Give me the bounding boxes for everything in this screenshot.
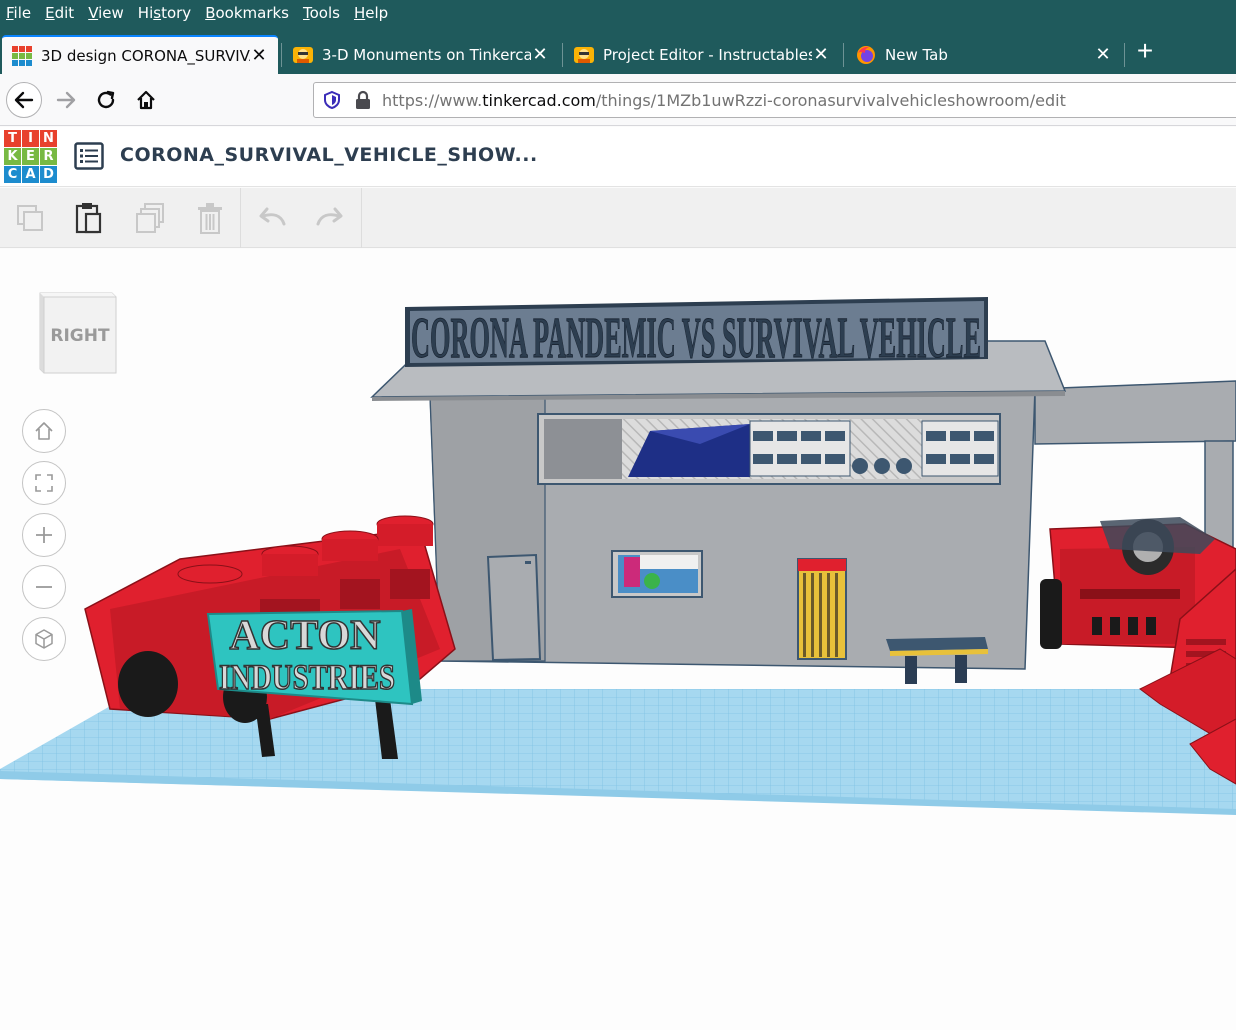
tab-label: 3D design CORONA_SURVIVAL [41,46,250,65]
back-button[interactable] [6,82,42,118]
redo-icon [316,207,343,226]
logo-letter: T [4,130,21,147]
fit-all-button[interactable] [22,461,66,505]
perspective-icon [35,629,53,649]
toolbar-divider [361,188,362,248]
perspective-toggle-button[interactable] [22,617,66,661]
zoom-out-button[interactable] [22,565,66,609]
home-view-button[interactable] [22,409,66,453]
toolbar-divider [240,188,241,248]
firefox-favicon [857,45,875,64]
address-bar[interactable]: https://www.tinkercad.com/things/1MZb1uw… [313,82,1236,118]
logo-letter: E [22,148,39,165]
view-cube-label: RIGHT [50,326,110,346]
instructables-favicon [574,46,594,63]
close-tab-icon[interactable]: ✕ [812,44,830,65]
copy-button[interactable] [10,198,50,238]
view-cube[interactable]: RIGHT [34,289,118,377]
new-tab-button[interactable]: + [1130,36,1160,66]
tinkercad-header: T I N K E R C A D CORONA_SURVIVAL_VEHICL… [0,127,1236,187]
logo-letter: C [4,166,21,183]
menu-view[interactable]: View [88,4,124,22]
tab-label: Project Editor - Instructables [603,45,812,64]
paste-button[interactable] [68,198,108,238]
tab-label: 3-D Monuments on Tinkercad - [322,45,531,64]
menu-file[interactable]: File [6,4,31,22]
tracking-protection-shield-icon[interactable] [322,90,342,110]
zoom-in-icon [36,527,52,543]
undo-icon [259,207,286,226]
sign-line-2: INDUSTRIES [219,657,395,697]
instructables-favicon [293,46,313,63]
arrow-right-icon [56,91,76,109]
3d-scene[interactable]: CORONA PANDEMIC VS SURVIVAL VEHICLE ACTO… [0,249,1236,1030]
undo-button[interactable] [252,198,292,238]
reload-icon [97,90,115,109]
delete-icon [198,203,222,234]
design-title[interactable]: CORONA_SURVIVAL_VEHICLE_SHOW... [120,144,538,166]
home-button[interactable] [128,82,164,118]
tab-strip: 3D design CORONA_SURVIVAL ✕ 3-D Monument… [0,26,1236,74]
tab-3d-monuments[interactable]: 3-D Monuments on Tinkercad - ✕ [283,35,559,74]
home-icon [137,90,155,110]
reload-button[interactable] [88,82,124,118]
tab-tinkercad-design[interactable]: 3D design CORONA_SURVIVAL ✕ [2,35,278,74]
redo-button[interactable] [310,198,350,238]
menu-help[interactable]: Help [354,4,388,22]
zoom-in-button[interactable] [22,513,66,557]
tab-project-editor[interactable]: Project Editor - Instructables ✕ [564,35,840,74]
close-tab-icon[interactable]: ✕ [1094,44,1112,65]
close-tab-icon[interactable]: ✕ [531,44,549,65]
tab-separator [562,43,563,67]
duplicate-icon [136,203,164,233]
logo-letter: N [40,130,57,147]
forward-button[interactable] [48,82,84,118]
tab-separator [281,43,282,67]
menu-edit[interactable]: Edit [45,4,74,22]
tinkercad-logo[interactable]: T I N K E R C A D [4,130,57,183]
banner-sign[interactable]: CORONA PANDEMIC VS SURVIVAL VEHICLE [405,297,988,371]
delete-button[interactable] [190,198,230,238]
logo-letter: A [22,166,39,183]
logo-letter: K [4,148,21,165]
edit-toolbar [0,188,1236,248]
close-tab-icon[interactable]: ✕ [250,45,268,66]
menu-history[interactable]: History [138,4,191,22]
design-list-icon[interactable] [74,142,104,170]
lock-icon[interactable] [354,90,372,110]
sign-line-1: ACTON [230,613,381,659]
tab-separator [1124,43,1125,67]
logo-letter: D [40,166,57,183]
tab-new-tab[interactable]: New Tab ✕ [846,35,1122,74]
menu-bookmarks[interactable]: Bookmarks [205,4,289,22]
tab-label: New Tab [885,45,948,64]
tinkercad-favicon [12,45,32,66]
fit-all-icon [35,474,53,492]
workplane-viewport[interactable]: CORONA PANDEMIC VS SURVIVAL VEHICLE ACTO… [0,249,1236,1030]
menu-bar: File Edit View History Bookmarks Tools H… [0,0,1236,26]
url-text: https://www.tinkercad.com/things/1MZb1uw… [382,90,1066,110]
tab-separator [843,43,844,67]
banner-text: CORONA PANDEMIC VS SURVIVAL VEHICLE [411,305,981,370]
arrow-left-icon [14,91,34,109]
menu-tools[interactable]: Tools [303,4,340,22]
home-view-icon [35,422,53,440]
copy-icon [17,205,43,231]
zoom-out-icon [36,586,52,588]
navigation-bar: https://www.tinkercad.com/things/1MZb1uw… [0,74,1236,126]
logo-letter: R [40,148,57,165]
duplicate-button[interactable] [130,198,170,238]
logo-letter: I [22,130,39,147]
paste-icon [75,203,102,234]
